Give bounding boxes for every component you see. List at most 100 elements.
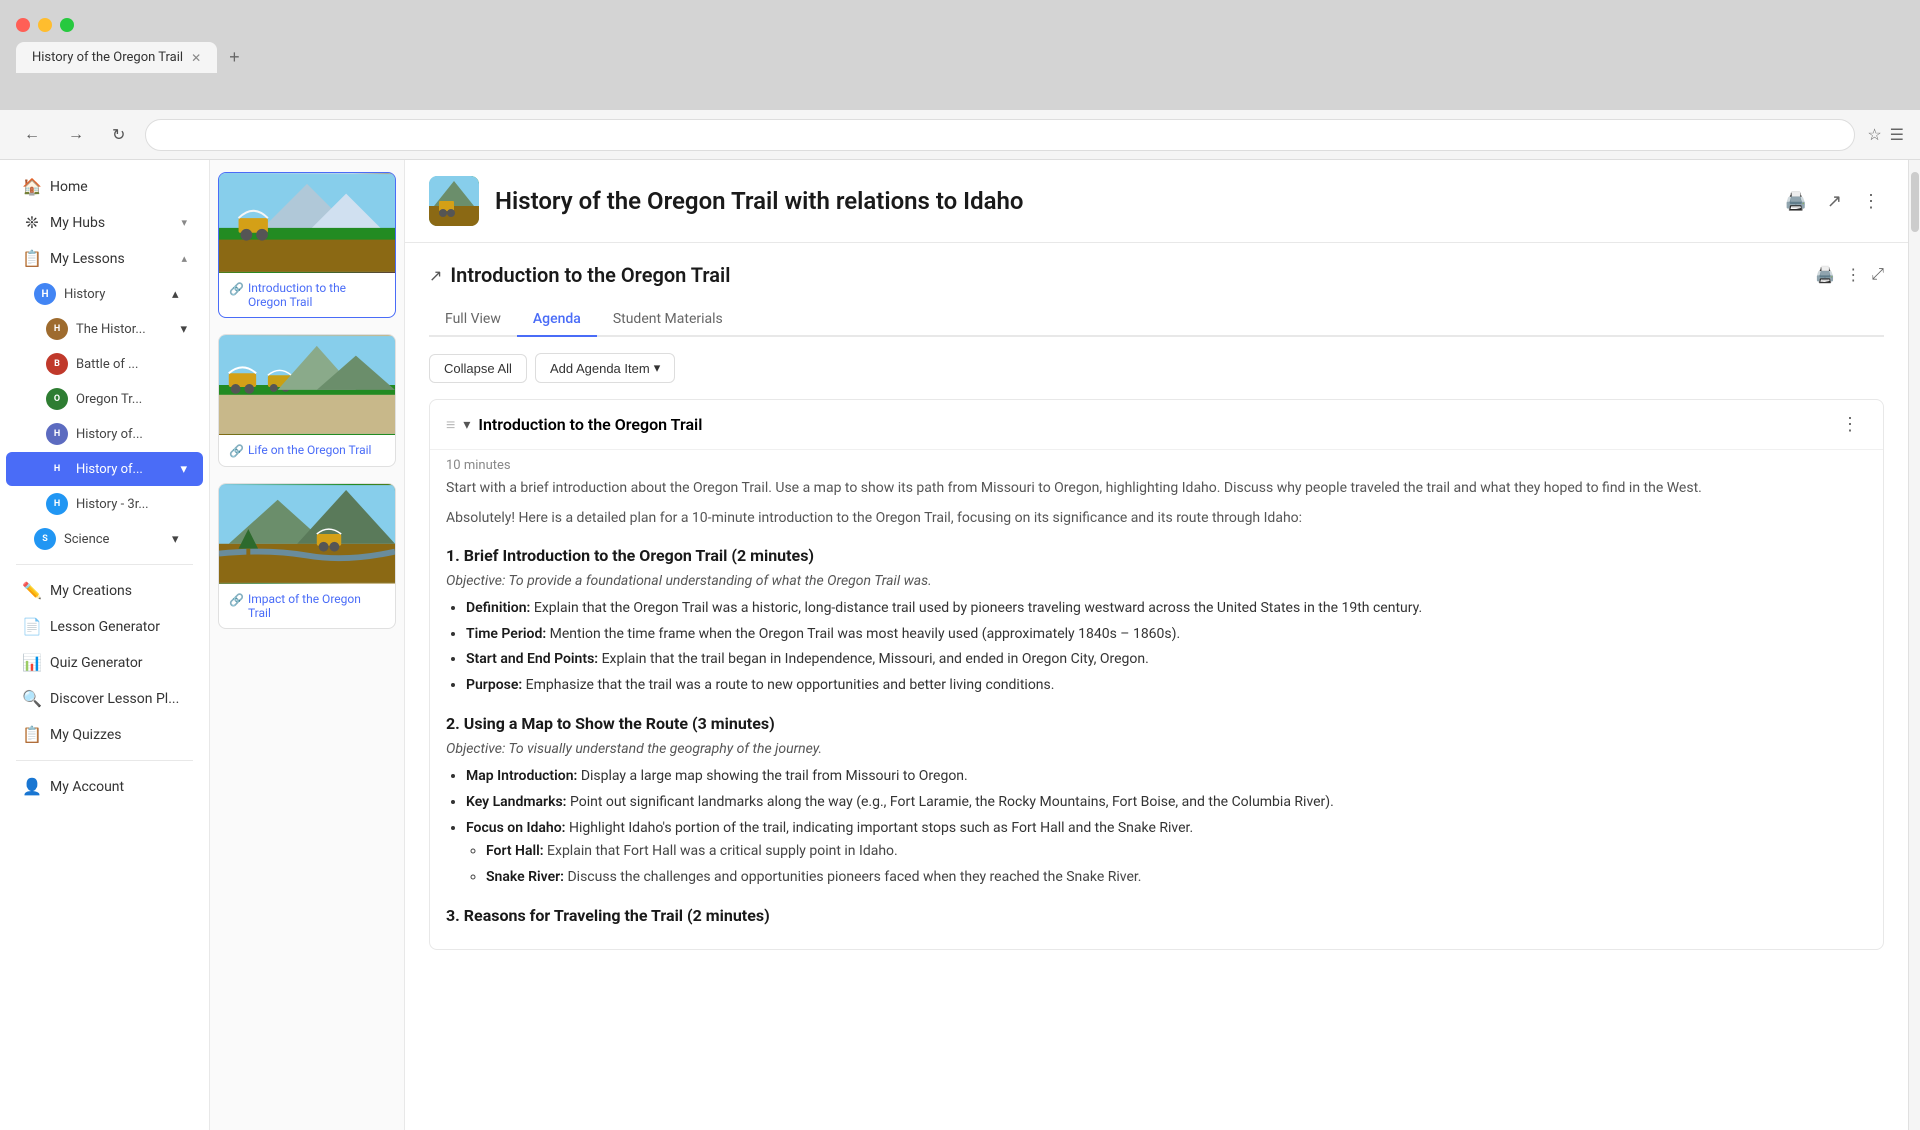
back-button[interactable]: ← xyxy=(16,122,48,148)
outline-section-2-title: 2. Using a Map to Show the Route (3 minu… xyxy=(446,714,1867,733)
add-agenda-item-button[interactable]: Add Agenda Item ▾ xyxy=(535,353,675,383)
page-print-button[interactable]: 🖨️ xyxy=(1780,187,1810,216)
agenda-item-container: ≡ ▾ Introduction to the Oregon Trail ⋮ 1… xyxy=(429,399,1884,950)
page-share-button[interactable]: ↗ xyxy=(1823,187,1846,216)
sidebar-item-lesson-generator[interactable]: 📄 Lesson Generator xyxy=(6,609,203,644)
hubs-chevron-icon: ▾ xyxy=(181,216,187,229)
page-more-button[interactable]: ⋮ xyxy=(1858,187,1884,216)
sub-label-1: Battle of ... xyxy=(76,357,176,372)
sub-avatar-4: H xyxy=(46,458,68,480)
sub-chevron-0: ▾ xyxy=(180,322,187,337)
sub-item-2-2-0: Fort Hall: Explain that Fort Hall was a … xyxy=(486,840,1867,864)
lesson-section-title: Introduction to the Oregon Trail xyxy=(450,263,1815,287)
new-tab-button[interactable]: + xyxy=(221,43,248,72)
url-bar[interactable] xyxy=(145,119,1855,151)
sidebar-item-my-quizzes[interactable]: 📋 My Quizzes xyxy=(6,717,203,752)
tab-close-icon[interactable]: ✕ xyxy=(191,51,201,65)
sidebar-sub-item-0[interactable]: H The Histor... ▾ xyxy=(6,312,203,346)
list-item-1-3: Purpose: Emphasize that the trail was a … xyxy=(466,674,1867,698)
sidebar-item-home[interactable]: 🏠 Home xyxy=(6,169,203,204)
main-content: History of the Oregon Trail with relatio… xyxy=(405,160,1908,1130)
list-item-1-3-label: Purpose: xyxy=(466,677,522,693)
quizzes-icon: 📋 xyxy=(22,725,42,744)
sidebar-discover-label: Discover Lesson Pl... xyxy=(50,691,187,707)
sidebar-item-my-account[interactable]: 👤 My Account xyxy=(6,769,203,804)
sidebar-sub-item-5[interactable]: H History - 3r... xyxy=(6,487,203,521)
tab-student-materials[interactable]: Student Materials xyxy=(597,303,739,337)
tab-agenda[interactable]: Agenda xyxy=(517,303,597,337)
sidebar-item-discover[interactable]: 🔍 Discover Lesson Pl... xyxy=(6,681,203,716)
sub-label-2: Oregon Tr... xyxy=(76,392,176,407)
history-avatar: H xyxy=(34,283,56,305)
list-item-2-0: Map Introduction: Display a large map sh… xyxy=(466,765,1867,789)
forward-button[interactable]: → xyxy=(60,122,92,148)
sidebar-item-science[interactable]: S Science ▾ xyxy=(6,522,203,556)
sidebar-item-quiz-generator[interactable]: 📊 Quiz Generator xyxy=(6,645,203,680)
sidebar-item-my-hubs[interactable]: ❊ My Hubs ▾ xyxy=(6,205,203,240)
lesson-card-image-3 xyxy=(219,484,395,584)
page-header-actions: 🖨️ ↗ ⋮ xyxy=(1780,187,1884,216)
right-scrollbar[interactable] xyxy=(1908,160,1920,1130)
sidebar-sub-item-2[interactable]: O Oregon Tr... xyxy=(6,382,203,416)
sidebar-sub-item-3[interactable]: H History of... xyxy=(6,417,203,451)
sub-item-2-2-0-text: Explain that Fort Hall was a critical su… xyxy=(547,843,898,859)
agenda-collapse-icon[interactable]: ▾ xyxy=(463,417,470,433)
sidebar-sub-item-4[interactable]: H History of... ▾ xyxy=(6,452,203,486)
lesson-card-2-link[interactable]: 🔗 Life on the Oregon Trail xyxy=(229,443,385,458)
add-item-chevron: ▾ xyxy=(654,360,661,376)
sidebar-lesson-gen-label: Lesson Generator xyxy=(50,619,187,635)
refresh-button[interactable]: ↻ xyxy=(104,121,133,149)
lesson-card-3-link[interactable]: 🔗 Impact of the Oregon Trail xyxy=(229,592,385,620)
outline-section-1-title: 1. Brief Introduction to the Oregon Trai… xyxy=(446,546,1867,565)
lesson-print-button[interactable]: 🖨️ xyxy=(1815,265,1835,285)
list-item-2-1-label: Key Landmarks: xyxy=(466,794,566,810)
list-item-1-3-text: Emphasize that the trail was a route to … xyxy=(526,677,1055,693)
sidebar-item-my-lessons[interactable]: 📋 My Lessons ▴ xyxy=(6,241,203,276)
menu-icon[interactable]: ☰ xyxy=(1890,125,1904,144)
lesson-card-2[interactable]: 🔗 Life on the Oregon Trail xyxy=(218,334,396,467)
sidebar-history-label: History xyxy=(64,287,164,302)
sidebar-item-history[interactable]: H History ▴ xyxy=(6,277,203,311)
lesson-card-2-text: Life on the Oregon Trail xyxy=(248,443,372,457)
lesson-section-icons: 🖨️ ⋮ ⤢ xyxy=(1815,265,1884,285)
list-item-1-0-text: Explain that the Oregon Trail was a hist… xyxy=(534,600,1422,616)
lesson-section: ↗ Introduction to the Oregon Trail 🖨️ ⋮ … xyxy=(405,243,1908,970)
sidebar-account-label: My Account xyxy=(50,779,187,795)
account-icon: 👤 xyxy=(22,777,42,796)
lesson-list-panel: 🔗 Introduction to the Oregon Trail xyxy=(210,160,405,1130)
maximize-button[interactable] xyxy=(60,18,74,32)
tab-title: History of the Oregon Trail xyxy=(32,50,183,65)
tab-full-view[interactable]: Full View xyxy=(429,303,517,337)
drag-handle-icon[interactable]: ≡ xyxy=(446,415,455,435)
lesson-card-3[interactable]: 🔗 Impact of the Oregon Trail xyxy=(218,483,396,629)
section-arrow-icon[interactable]: ↗ xyxy=(429,266,442,285)
sub-chevron-4: ▾ xyxy=(180,462,187,477)
bookmark-icon[interactable]: ☆ xyxy=(1867,125,1881,144)
outline-section-3-title: 3. Reasons for Traveling the Trail (2 mi… xyxy=(446,906,1867,925)
close-button[interactable] xyxy=(16,18,30,32)
page-header-thumbnail xyxy=(429,176,479,226)
sidebar-item-my-creations[interactable]: ✏️ My Creations xyxy=(6,573,203,608)
agenda-more-button[interactable]: ⋮ xyxy=(1833,412,1867,437)
history-chevron-icon: ▴ xyxy=(172,287,179,302)
collapse-all-button[interactable]: Collapse All xyxy=(429,354,527,383)
sub-item-2-2-1: Snake River: Discuss the challenges and … xyxy=(486,866,1867,890)
list-item-1-1: Time Period: Mention the time frame when… xyxy=(466,623,1867,647)
lesson-card-3-content: 🔗 Impact of the Oregon Trail xyxy=(219,584,395,628)
lesson-card-1-link[interactable]: 🔗 Introduction to the Oregon Trail xyxy=(229,281,385,309)
lesson-card-image-1 xyxy=(219,173,395,273)
list-item-1-0: Definition: Explain that the Oregon Trai… xyxy=(466,597,1867,621)
sidebar-sub-item-1[interactable]: B Battle of ... xyxy=(6,347,203,381)
minimize-button[interactable] xyxy=(38,18,52,32)
sub-avatar-3: H xyxy=(46,423,68,445)
agenda-toolbar: Collapse All Add Agenda Item ▾ xyxy=(429,353,1884,383)
lesson-more-button[interactable]: ⋮ xyxy=(1845,265,1861,285)
link-icon-3: 🔗 xyxy=(229,593,244,607)
lesson-section-header: ↗ Introduction to the Oregon Trail 🖨️ ⋮ … xyxy=(429,263,1884,287)
scroll-thumb[interactable] xyxy=(1911,172,1919,232)
sidebar-divider-2 xyxy=(16,760,193,761)
lesson-card-1[interactable]: 🔗 Introduction to the Oregon Trail xyxy=(218,172,396,318)
sub-item-2-2-0-label: Fort Hall: xyxy=(486,843,544,859)
lesson-expand-button[interactable]: ⤢ xyxy=(1871,266,1884,284)
active-tab[interactable]: History of the Oregon Trail ✕ xyxy=(16,42,217,73)
